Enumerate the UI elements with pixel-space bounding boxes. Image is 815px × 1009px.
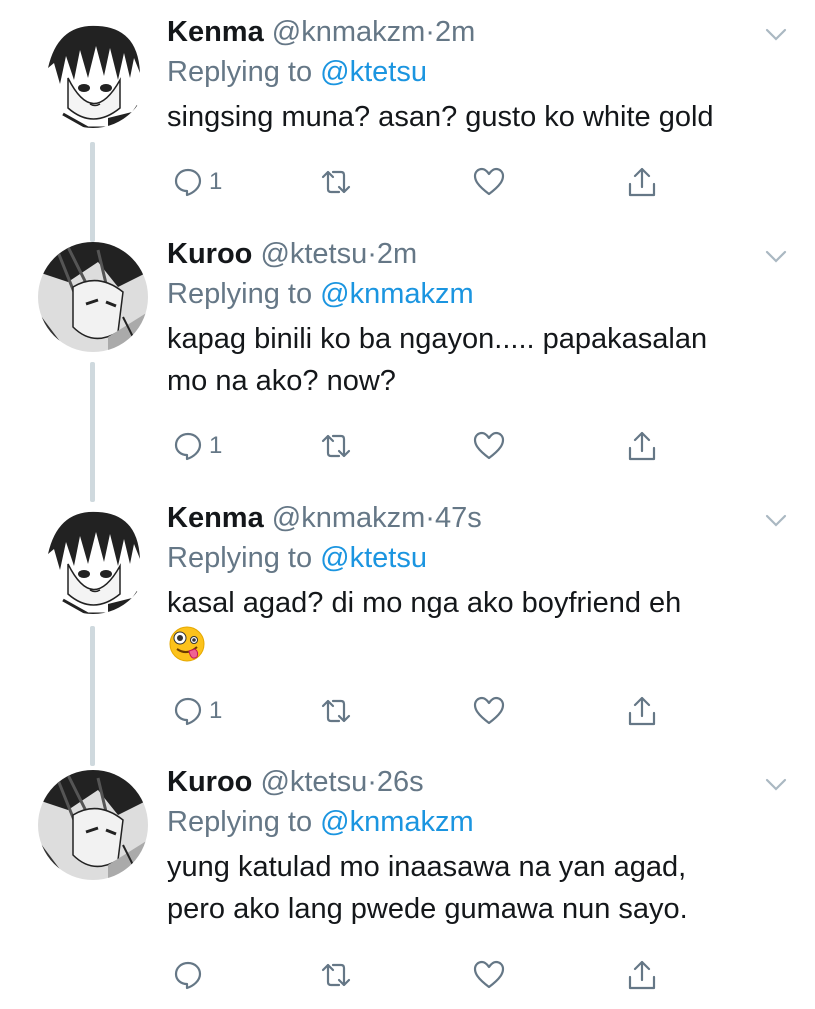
replying-to: Replying to @ktetsu bbox=[167, 54, 767, 90]
replying-prefix: Replying to bbox=[167, 806, 313, 838]
display-name[interactable]: Kenma bbox=[167, 502, 264, 534]
timestamp[interactable]: 26s bbox=[377, 766, 424, 798]
reply-count: 1 bbox=[209, 697, 223, 724]
share-icon bbox=[628, 431, 656, 461]
tweet-text-line: yung katulad mo inaasawa na yan agad, bbox=[167, 851, 687, 883]
separator-dot: · bbox=[367, 766, 377, 798]
thread-connector bbox=[90, 626, 95, 766]
timestamp[interactable]: 2m bbox=[377, 238, 417, 270]
user-handle[interactable]: @knmakzm bbox=[272, 502, 426, 534]
like-icon bbox=[473, 167, 505, 196]
reply-icon bbox=[174, 961, 202, 990]
reply-button[interactable]: 1 bbox=[173, 164, 222, 200]
tweet-text-line: pero ako lang pwede gumawa nun sayo. bbox=[167, 893, 688, 925]
retweet-button[interactable] bbox=[319, 164, 353, 200]
thread-connector bbox=[90, 362, 95, 502]
reply-button[interactable]: 1 bbox=[173, 693, 222, 729]
reply-count: 1 bbox=[209, 168, 223, 195]
kuroo-avatar[interactable] bbox=[38, 770, 148, 880]
tweet-header: Kenma @knmakzm·47s bbox=[167, 500, 767, 536]
timestamp[interactable]: 2m bbox=[435, 16, 475, 48]
tweet-header: Kuroo @ktetsu·26s bbox=[167, 764, 767, 800]
reply-count: 1 bbox=[209, 432, 223, 459]
reply-icon bbox=[174, 168, 202, 197]
chevron-down-icon[interactable] bbox=[765, 250, 787, 264]
retweet-icon bbox=[321, 963, 351, 987]
tweet-text-line: mo na ako? now? bbox=[167, 365, 396, 397]
replying-prefix: Replying to bbox=[167, 56, 313, 88]
chevron-down-icon[interactable] bbox=[765, 514, 787, 528]
tweet-text: kapag binili ko ba ngayon..... papakasal… bbox=[167, 318, 767, 402]
like-button[interactable] bbox=[473, 428, 505, 464]
retweet-icon bbox=[321, 699, 351, 723]
tweet-actions bbox=[167, 957, 667, 997]
replying-to-link[interactable]: @knmakzm bbox=[320, 806, 474, 838]
replying-to-link[interactable]: @knmakzm bbox=[320, 278, 474, 310]
tweet-thread: Kenma @knmakzm·2m Replying to @ktetsu si… bbox=[0, 0, 815, 1009]
user-handle[interactable]: @knmakzm bbox=[272, 16, 426, 48]
share-icon bbox=[628, 960, 656, 990]
reply-button[interactable]: 1 bbox=[173, 428, 222, 464]
user-handle[interactable]: @ktetsu bbox=[260, 766, 367, 798]
chevron-down-icon[interactable] bbox=[765, 28, 787, 42]
replying-to-link[interactable]: @ktetsu bbox=[320, 56, 427, 88]
tweet-header: Kuroo @ktetsu·2m bbox=[167, 236, 767, 272]
replying-prefix: Replying to bbox=[167, 542, 313, 574]
reply-button[interactable] bbox=[173, 957, 209, 993]
tweet-text-line: kapag binili ko ba ngayon..... papakasal… bbox=[167, 323, 708, 355]
like-icon bbox=[473, 960, 505, 989]
display-name[interactable]: Kuroo bbox=[167, 766, 252, 798]
chevron-down-icon[interactable] bbox=[765, 778, 787, 792]
retweet-button[interactable] bbox=[319, 693, 353, 729]
tweet-text-line: kasal agad? di mo nga ako boyfriend eh bbox=[167, 587, 682, 619]
like-button[interactable] bbox=[473, 957, 505, 993]
kenma-avatar[interactable] bbox=[38, 504, 148, 614]
retweet-icon bbox=[321, 434, 351, 458]
tweet-actions: 1 bbox=[167, 693, 667, 733]
retweet-button[interactable] bbox=[319, 957, 353, 993]
tweet-text: yung katulad mo inaasawa na yan agad, pe… bbox=[167, 846, 767, 930]
tweet-text: kasal agad? di mo nga ako boyfriend eh bbox=[167, 582, 767, 676]
thread-connector bbox=[90, 142, 95, 242]
retweet-icon bbox=[321, 170, 351, 194]
kenma-avatar[interactable] bbox=[38, 18, 148, 128]
tweet-text: singsing muna? asan? gusto ko white gold bbox=[167, 96, 767, 138]
zany-face-emoji bbox=[169, 626, 205, 662]
like-button[interactable] bbox=[473, 693, 505, 729]
like-button[interactable] bbox=[473, 164, 505, 200]
retweet-button[interactable] bbox=[319, 428, 353, 464]
replying-to: Replying to @knmakzm bbox=[167, 804, 767, 840]
replying-to-link[interactable]: @ktetsu bbox=[320, 542, 427, 574]
separator-dot: · bbox=[425, 16, 435, 48]
replying-to: Replying to @knmakzm bbox=[167, 276, 767, 312]
replying-to: Replying to @ktetsu bbox=[167, 540, 767, 576]
share-button[interactable] bbox=[627, 957, 657, 993]
tweet-actions: 1 bbox=[167, 428, 667, 468]
tweet-actions: 1 bbox=[167, 164, 667, 204]
share-icon bbox=[628, 167, 656, 197]
tweet-header: Kenma @knmakzm·2m bbox=[167, 14, 767, 50]
timestamp[interactable]: 47s bbox=[435, 502, 482, 534]
separator-dot: · bbox=[367, 238, 377, 270]
reply-icon bbox=[174, 432, 202, 461]
separator-dot: · bbox=[425, 502, 435, 534]
replying-prefix: Replying to bbox=[167, 278, 313, 310]
share-button[interactable] bbox=[627, 693, 657, 729]
kuroo-avatar[interactable] bbox=[38, 242, 148, 352]
like-icon bbox=[473, 431, 505, 460]
share-icon bbox=[628, 696, 656, 726]
display-name[interactable]: Kuroo bbox=[167, 238, 252, 270]
display-name[interactable]: Kenma bbox=[167, 16, 264, 48]
tweet-text-line: singsing muna? asan? gusto ko white gold bbox=[167, 101, 714, 133]
share-button[interactable] bbox=[627, 164, 657, 200]
reply-icon bbox=[174, 697, 202, 726]
share-button[interactable] bbox=[627, 428, 657, 464]
user-handle[interactable]: @ktetsu bbox=[260, 238, 367, 270]
like-icon bbox=[473, 696, 505, 725]
